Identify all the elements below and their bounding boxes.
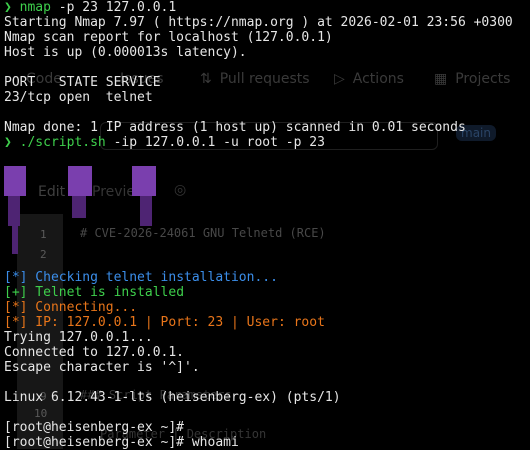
- status-text: Checking telnet installation...: [27, 270, 278, 285]
- terminal-output-line: Trying 127.0.0.1...: [4, 330, 153, 345]
- status-text: Telnet is installed: [27, 285, 185, 300]
- terminal-status-line: [*] Checking telnet installation...: [4, 270, 530, 285]
- terminal-output-line: Starting Nmap 7.97 ( https://nmap.org ) …: [4, 15, 513, 30]
- terminal-command-line: ❯ nmap -p 23 127.0.0.1: [4, 0, 530, 15]
- status-text: IP: 127.0.0.1 | Port: 23 | User: root: [27, 315, 325, 330]
- terminal-output-line: Nmap done: 1 IP address (1 host up) scan…: [4, 120, 466, 135]
- terminal-output-line: [root@heisenberg-ex ~]#: [4, 420, 185, 435]
- terminal-output-line: 23/tcp open telnet: [4, 90, 153, 105]
- terminal-command-line: ❯ ./script.sh -ip 127.0.0.1 -u root -p 2…: [4, 135, 530, 150]
- prompt-chevron-icon: ❯: [4, 135, 12, 150]
- status-tag: [*]: [4, 270, 28, 285]
- terminal-status-line: [*] Connecting...: [4, 300, 530, 315]
- status-tag: [+]: [4, 285, 28, 300]
- terminal-output-line: [root@heisenberg-ex ~]# whoami: [4, 435, 239, 450]
- terminal-status-line: [+] Telnet is installed: [4, 285, 530, 300]
- status-tag: [*]: [4, 300, 28, 315]
- terminal-output-line: Connected to 127.0.0.1.: [4, 345, 185, 360]
- terminal-output-line: Escape character is '^]'.: [4, 360, 200, 375]
- terminal-output-line: PORT STATE SERVICE: [4, 75, 161, 90]
- command-name: ./script.sh: [19, 135, 106, 150]
- terminal-output-line: Host is up (0.000013s latency).: [4, 45, 247, 60]
- command-name: nmap: [19, 0, 51, 15]
- terminal-output-line: Linux 6.12.43-1-lts (heisenberg-ex) (pts…: [4, 390, 341, 405]
- prompt-chevron-icon: ❯: [4, 0, 12, 15]
- terminal-output-line: Nmap scan report for localhost (127.0.0.…: [4, 30, 333, 45]
- command-args: -p 23 127.0.0.1: [50, 0, 177, 15]
- command-args: -ip 127.0.0.1 -u root -p 23: [105, 135, 325, 150]
- status-tag: [*]: [4, 315, 28, 330]
- terminal-output[interactable]: ❯ nmap -p 23 127.0.0.1 Starting Nmap 7.97…: [4, 0, 530, 450]
- status-text: Connecting...: [27, 300, 138, 315]
- terminal-status-line: [*] IP: 127.0.0.1 | Port: 23 | User: roo…: [4, 315, 530, 330]
